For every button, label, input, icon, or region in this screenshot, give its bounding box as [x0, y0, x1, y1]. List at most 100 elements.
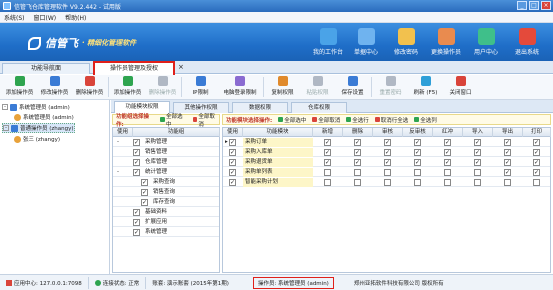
column-header[interactable]: 功能模块 — [243, 128, 313, 137]
use-checkbox[interactable]: ✓ — [141, 179, 148, 186]
collapse-icon[interactable]: - — [115, 138, 119, 147]
menu-help[interactable]: 帮助(H) — [65, 13, 86, 22]
permission-checkbox[interactable] — [324, 169, 331, 176]
deselect-row-button[interactable]: 取消行全选 — [374, 116, 408, 124]
permission-checkbox[interactable] — [414, 169, 421, 176]
permission-checkbox[interactable]: ✓ — [474, 149, 481, 156]
column-header[interactable]: 删除 — [343, 128, 373, 137]
table-row[interactable]: ✓ 采购查询 — [113, 178, 219, 187]
use-checkbox[interactable]: ✓ — [141, 189, 148, 196]
tab-close-icon[interactable]: × — [178, 63, 184, 71]
permission-checkbox[interactable]: ✓ — [504, 159, 511, 166]
reset-password-button[interactable]: 重置密码 — [373, 75, 408, 100]
close-window-button[interactable]: × — [541, 1, 551, 10]
minimize-button[interactable]: _ — [517, 1, 527, 10]
use-checkbox[interactable]: ✓ — [229, 139, 236, 146]
permission-checkbox[interactable]: ✓ — [444, 159, 451, 166]
save-settings-button[interactable]: 保存设置 — [335, 75, 370, 100]
column-header[interactable]: 导出 — [493, 128, 523, 137]
column-header[interactable]: 审核 — [373, 128, 403, 137]
nav-my-workbench[interactable]: 我的工作台 — [308, 28, 348, 59]
menu-system[interactable]: 系统(S) — [4, 13, 25, 22]
nav-document-center[interactable]: 单据中心 — [346, 28, 386, 59]
permission-checkbox[interactable]: ✓ — [533, 169, 540, 176]
permission-checkbox[interactable] — [384, 169, 391, 176]
tree-node-zhangsan[interactable]: 张三 (zhangy) — [14, 134, 60, 144]
nav-change-password[interactable]: 修改密码 — [386, 28, 426, 59]
copy-permissions-button[interactable]: 复制权限 — [265, 75, 300, 100]
table-row[interactable]: ✓ 库存查询 — [113, 198, 219, 207]
permission-checkbox[interactable] — [384, 179, 391, 186]
column-header[interactable]: 使用 — [113, 128, 133, 137]
permission-checkbox[interactable]: ✓ — [324, 159, 331, 166]
permission-checkbox[interactable]: ✓ — [414, 139, 421, 146]
nav-user-center[interactable]: 用户中心 — [466, 28, 506, 59]
table-row[interactable]: ✓ 扩展应用 — [113, 218, 219, 227]
group-select-all-button[interactable]: 全部选中 — [160, 112, 186, 128]
use-checkbox[interactable]: ✓ — [133, 229, 140, 236]
nav-switch-operator[interactable]: 更换操作员 — [426, 28, 466, 59]
table-row[interactable]: - ✓ 采购管理 — [113, 138, 219, 147]
column-header[interactable]: 使用 — [223, 128, 243, 137]
use-checkbox[interactable]: ✓ — [229, 159, 236, 166]
select-row-button[interactable]: 全选行 — [346, 116, 369, 124]
permission-checkbox[interactable]: ✓ — [533, 149, 540, 156]
permission-checkbox[interactable]: ✓ — [474, 139, 481, 146]
use-checkbox[interactable]: ✓ — [229, 179, 236, 186]
permission-checkbox[interactable]: ✓ — [324, 149, 331, 156]
use-checkbox[interactable]: ✓ — [133, 139, 140, 146]
table-row[interactable]: 采购单列表 ✓ ✓ ✓ — [223, 168, 550, 177]
table-row[interactable]: ✓ 销售管理 — [113, 148, 219, 157]
permission-checkbox[interactable] — [324, 179, 331, 186]
collapse-icon[interactable]: - — [115, 168, 119, 177]
use-checkbox[interactable]: ✓ — [229, 149, 236, 156]
permission-checkbox[interactable] — [533, 179, 540, 186]
column-header[interactable]: 新增 — [313, 128, 343, 137]
permission-checkbox[interactable]: ✓ — [354, 139, 361, 146]
column-header[interactable]: 打印 — [523, 128, 551, 137]
permission-checkbox[interactable]: ✓ — [504, 169, 511, 176]
use-checkbox[interactable]: ✓ — [133, 159, 140, 166]
use-checkbox[interactable]: ✓ — [229, 169, 236, 176]
permission-checkbox[interactable]: ✓ — [384, 149, 391, 156]
tree-node-admin-group[interactable]: - 系统管理员 (admin) — [2, 102, 70, 112]
permission-checkbox[interactable] — [354, 179, 361, 186]
table-row[interactable]: ✓ 仓库管理 — [113, 158, 219, 167]
permission-checkbox[interactable]: ✓ — [504, 139, 511, 146]
column-header[interactable]: 功能组 — [133, 128, 220, 137]
use-checkbox[interactable]: ✓ — [133, 149, 140, 156]
permission-checkbox[interactable]: ✓ — [504, 149, 511, 156]
permission-checkbox[interactable] — [414, 179, 421, 186]
menu-window[interactable]: 窗口(W) — [34, 13, 57, 22]
permission-checkbox[interactable]: ✓ — [354, 159, 361, 166]
column-header[interactable]: 红冲 — [433, 128, 463, 137]
table-row[interactable]: - ✓ 统计管理 — [113, 168, 219, 177]
permission-checkbox[interactable]: ✓ — [384, 159, 391, 166]
table-row[interactable]: ✓ 销售查询 — [113, 188, 219, 197]
tab-function-nav[interactable]: 功能导航面 — [2, 63, 90, 74]
use-checkbox[interactable]: ✓ — [133, 219, 140, 226]
table-row[interactable]: ▸ 采购订单 ✓ ✓ ✓ ✓ ✓ ✓ ✓ ✓ ✓ — [223, 138, 550, 147]
column-header[interactable]: 反审核 — [403, 128, 433, 137]
permission-checkbox[interactable]: ✓ — [474, 159, 481, 166]
table-row[interactable]: 智能采购计划 ✓ — [223, 178, 550, 187]
collapse-icon[interactable]: - — [3, 125, 9, 131]
permission-checkbox[interactable] — [474, 179, 481, 186]
module-select-all-button[interactable]: 全部选中 — [278, 116, 306, 124]
permission-checkbox[interactable]: ✓ — [414, 159, 421, 166]
delete-operator-button[interactable]: 删除操作员 — [72, 75, 107, 100]
column-header[interactable]: 导入 — [463, 128, 493, 137]
permission-checkbox[interactable]: ✓ — [444, 139, 451, 146]
permission-checkbox[interactable]: ✓ — [414, 149, 421, 156]
table-row[interactable]: ✓ 系统管理 — [113, 228, 219, 237]
permission-checkbox[interactable]: ✓ — [324, 139, 331, 146]
permission-checkbox[interactable]: ✓ — [444, 149, 451, 156]
permission-checkbox[interactable] — [444, 179, 451, 186]
collapse-icon[interactable]: - — [2, 104, 8, 110]
permission-checkbox[interactable] — [444, 169, 451, 176]
tree-node-normal-group[interactable]: - 普通操作员 (zhangy) — [2, 123, 75, 133]
tab-operator-management[interactable]: 操作员管理及授权 — [93, 61, 175, 75]
permission-checkbox[interactable]: ✓ — [354, 149, 361, 156]
permission-checkbox[interactable]: ✓ — [533, 139, 540, 146]
permission-checkbox[interactable]: ✓ — [533, 159, 540, 166]
